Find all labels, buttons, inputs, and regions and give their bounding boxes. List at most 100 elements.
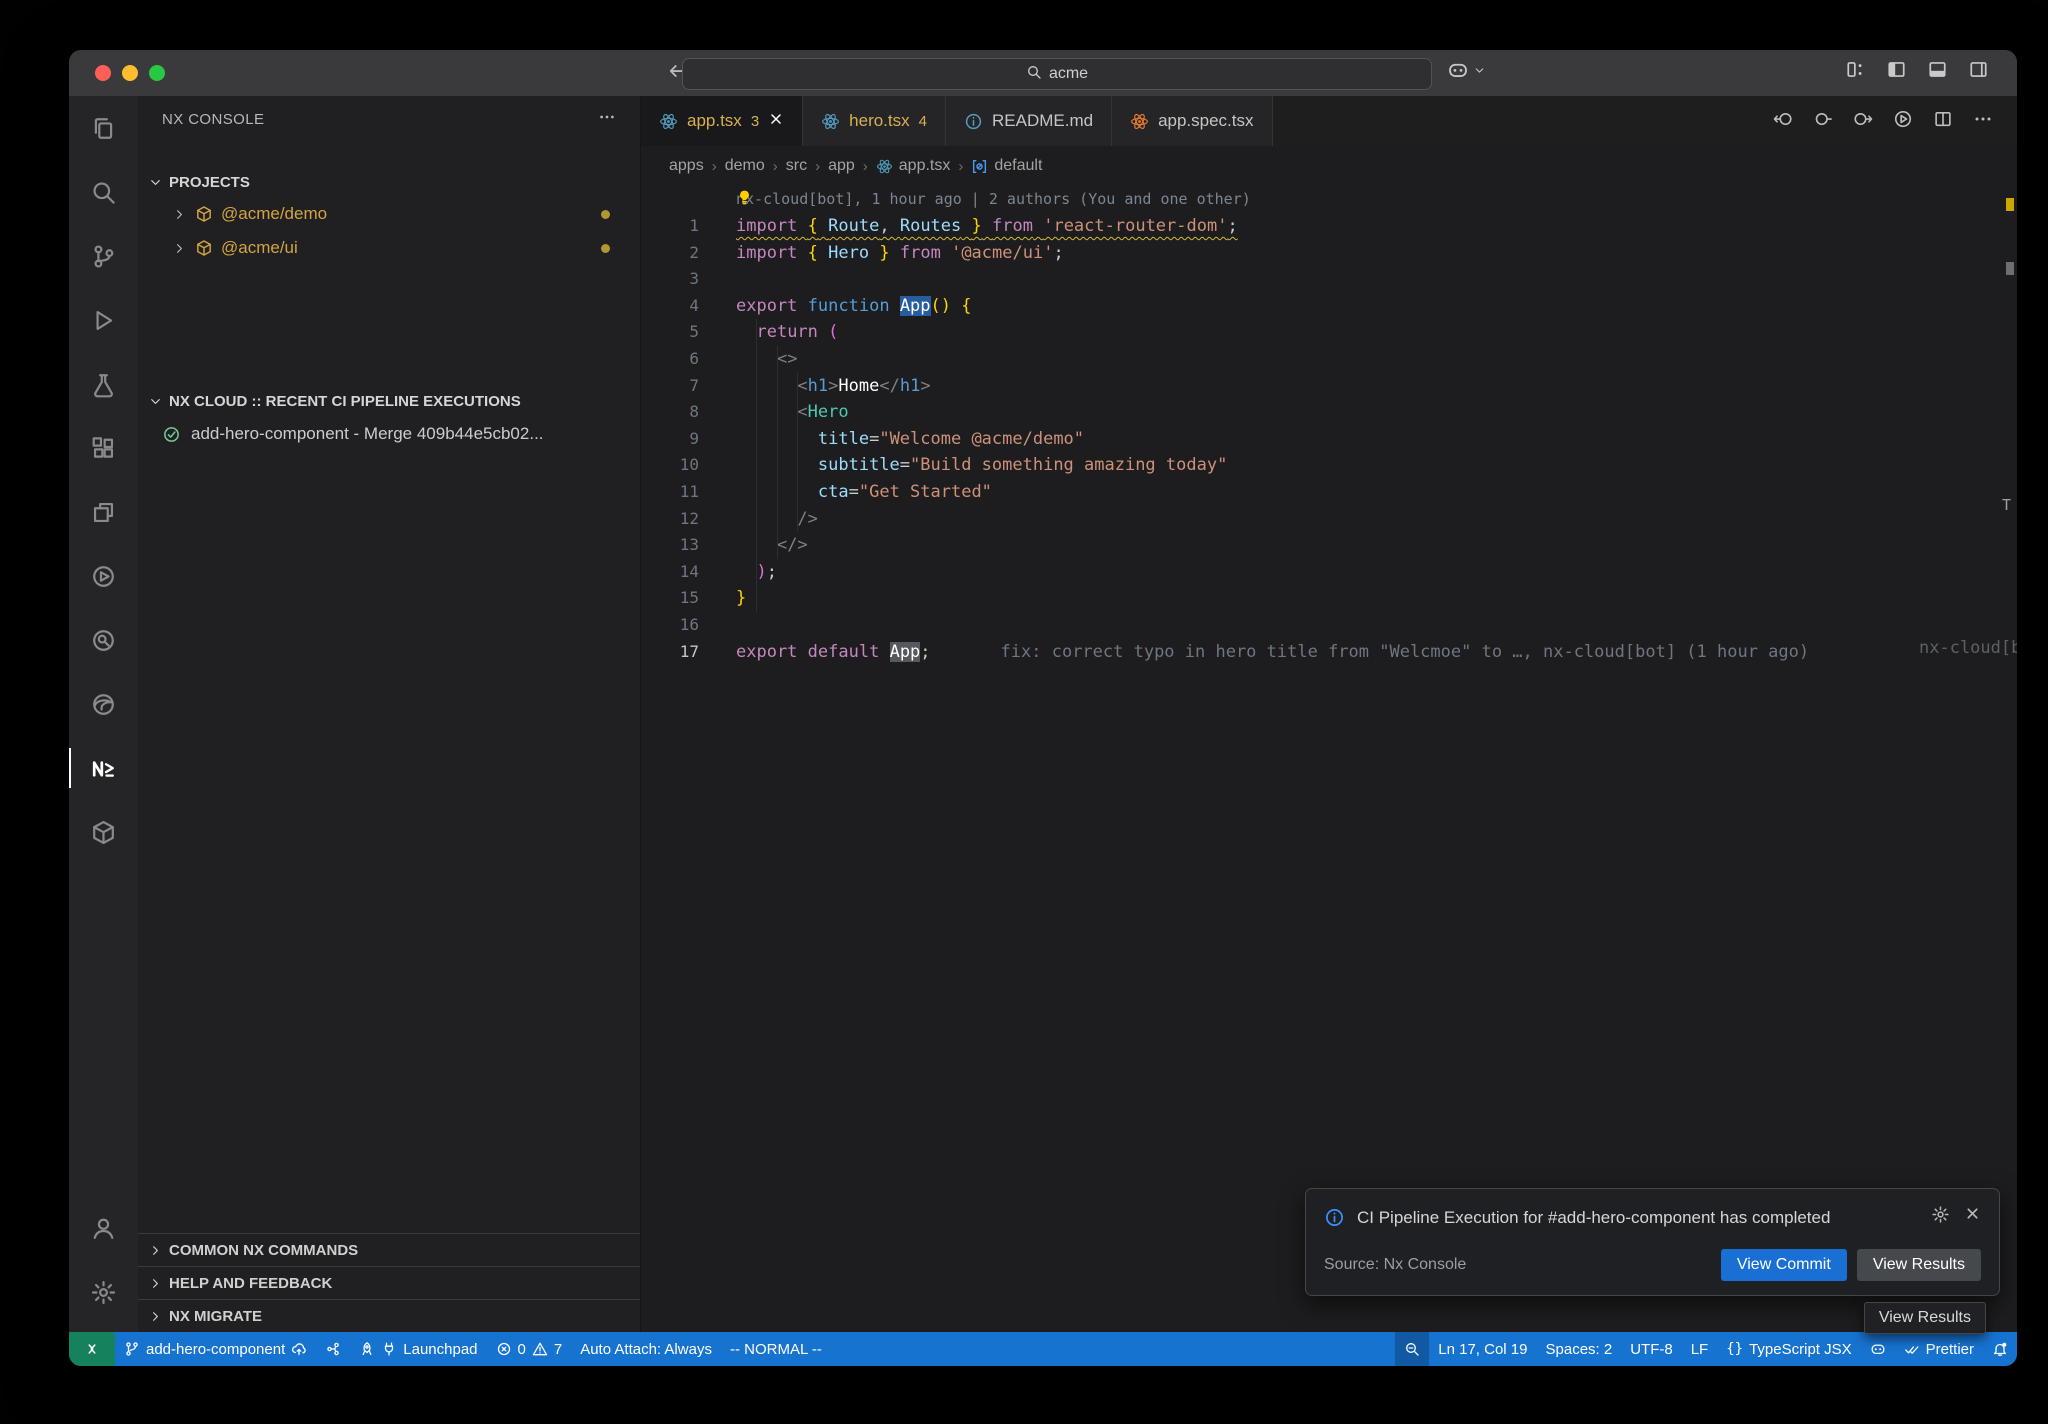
breadcrumb-item-app-tsx[interactable]: app.tsx <box>876 157 951 175</box>
code-line[interactable]: 11 cta="Get Started" <box>641 479 2017 506</box>
toggle-panel-button[interactable] <box>1927 59 1948 85</box>
code-token: { <box>961 296 971 316</box>
customize-layout-button[interactable] <box>1845 59 1866 85</box>
code-line[interactable]: 1import { Route, Routes } from 'react-ro… <box>641 213 2017 240</box>
nav-ref-button[interactable] <box>1813 109 1833 134</box>
code-line[interactable]: 15} <box>641 585 2017 612</box>
sidebar-header: NX CONSOLE <box>138 96 640 142</box>
code-line[interactable]: 8 <Hero <box>641 399 2017 426</box>
close-icon[interactable] <box>768 111 784 127</box>
activity-bar-item-search-preview[interactable] <box>69 608 138 672</box>
status-item-remote-indicator[interactable] <box>69 1332 115 1366</box>
code-line[interactable]: 12 /> <box>641 506 2017 533</box>
project-item[interactable]: @acme/ui <box>138 231 640 265</box>
activity-bar-item-nx-console[interactable] <box>69 736 138 800</box>
collapsed-section-nx-migrate[interactable]: NX MIGRATE <box>138 1299 640 1332</box>
activity-bar-item-testing[interactable] <box>69 352 138 416</box>
projects-section-header[interactable]: PROJECTS <box>138 168 640 197</box>
code-line[interactable]: 9 title="Welcome @acme/demo" <box>641 426 2017 453</box>
activity-bar-item-settings[interactable] <box>69 1260 138 1324</box>
gear-icon[interactable] <box>1931 1205 1950 1233</box>
status-item-label: Ln 17, Col 19 <box>1438 1341 1527 1358</box>
close-window-button[interactable] <box>95 65 111 81</box>
minimize-window-button[interactable] <box>122 65 138 81</box>
status-item-git-branch[interactable]: add-hero-component <box>115 1332 316 1366</box>
tab-app-spec-tsx[interactable]: app.spec.tsx <box>1112 96 1272 146</box>
activity-bar-item-windows[interactable] <box>69 480 138 544</box>
status-item-nx-pipeline[interactable] <box>316 1332 350 1366</box>
code-editor[interactable]: nx-cloud[bot], 1 hour ago | 2 authors (Y… <box>641 186 2017 1332</box>
view-results-button[interactable]: View Results <box>1857 1249 1981 1281</box>
activity-bar-item-nx-cloud-circle[interactable] <box>69 544 138 608</box>
tab-README-md[interactable]: README.md <box>946 96 1112 146</box>
status-item-notifications-bell[interactable] <box>1983 1332 2017 1366</box>
view-commit-button[interactable]: View Commit <box>1721 1249 1847 1281</box>
project-item[interactable]: @acme/demo <box>138 197 640 231</box>
status-item-label: TypeScript JSX <box>1749 1341 1852 1358</box>
breadcrumb-item-src[interactable]: src <box>786 157 807 175</box>
ellipsis-button[interactable] <box>1973 109 1993 134</box>
tab-close-button[interactable] <box>768 111 784 132</box>
status-item-language-mode[interactable]: {}TypeScript JSX <box>1717 1332 1860 1366</box>
status-item-problems[interactable]: 07 <box>487 1332 572 1366</box>
status-item-launchpad[interactable]: Launchpad <box>350 1332 486 1366</box>
nx-cloud-section-header[interactable]: NX CLOUD :: RECENT CI PIPELINE EXECUTION… <box>138 387 640 416</box>
status-item-zoom[interactable] <box>1395 1332 1429 1366</box>
activity-bar-item-source-control[interactable] <box>69 224 138 288</box>
breadcrumb[interactable]: apps›demo›src›app›app.tsx›default <box>641 146 2017 186</box>
code-line[interactable]: 3 <box>641 266 2017 293</box>
toggle-secondary-sidebar-button[interactable] <box>1968 59 1989 85</box>
code-line[interactable]: 10 subtitle="Build something amazing tod… <box>641 452 2017 479</box>
command-center-search[interactable]: acme <box>682 58 1432 90</box>
ellipsis-icon[interactable] <box>598 108 616 126</box>
code-line[interactable]: 17export default App;fix: correct typo i… <box>641 639 2017 666</box>
more-actions-icon[interactable] <box>598 108 616 130</box>
status-item-cursor-position[interactable]: Ln 17, Col 19 <box>1429 1332 1536 1366</box>
status-item-copilot[interactable] <box>1861 1332 1895 1366</box>
activity-bar-item-search[interactable] <box>69 160 138 224</box>
tab-hero-tsx[interactable]: hero.tsx4 <box>803 96 946 146</box>
collapsed-section-help-and-feedback[interactable]: HELP AND FEEDBACK <box>138 1266 640 1299</box>
breadcrumb-item-default[interactable]: default <box>971 157 1042 175</box>
activity-bar-item-run-debug[interactable] <box>69 288 138 352</box>
status-item-eol[interactable]: LF <box>1682 1332 1718 1366</box>
code-line[interactable]: 7 <h1>Home</h1> <box>641 373 2017 400</box>
code-line[interactable]: 5 return ( <box>641 319 2017 346</box>
close-icon[interactable] <box>1964 1205 1981 1233</box>
close-icon[interactable] <box>1964 1205 1981 1222</box>
code-line[interactable]: 14 ); <box>641 559 2017 586</box>
maximize-window-button[interactable] <box>149 65 165 81</box>
status-item-auto-attach[interactable]: Auto Attach: Always <box>571 1332 721 1366</box>
code-line[interactable]: 16 <box>641 612 2017 639</box>
breadcrumb-item-apps[interactable]: apps <box>669 157 704 175</box>
status-item-encoding[interactable]: UTF-8 <box>1621 1332 1682 1366</box>
status-item-indentation[interactable]: Spaces: 2 <box>1537 1332 1622 1366</box>
activity-bar-item-edge-browser[interactable] <box>69 672 138 736</box>
nav-forward-ref-button[interactable] <box>1853 109 1873 134</box>
activity-bar-item-package-explorer[interactable] <box>69 800 138 864</box>
pipeline-execution-item[interactable]: add-hero-component - Merge 409b44e5cb02.… <box>138 416 640 452</box>
code-line[interactable]: 6 <> <box>641 346 2017 373</box>
code-line[interactable]: 13 </> <box>641 532 2017 559</box>
gear-icon[interactable] <box>1931 1205 1950 1224</box>
code-token <box>736 509 797 529</box>
copilot-menu-button[interactable] <box>1447 59 1486 86</box>
toggle-sidebar-button[interactable] <box>1886 59 1907 85</box>
collapsed-section-common-nx-commands[interactable]: COMMON NX COMMANDS <box>138 1233 640 1266</box>
run-circle-button[interactable] <box>1893 109 1913 134</box>
tab-app-tsx[interactable]: app.tsx3 <box>641 96 803 146</box>
code-line[interactable]: 4export function App() { <box>641 293 2017 320</box>
activity-bar-item-extensions[interactable] <box>69 416 138 480</box>
lightbulb-icon[interactable] <box>736 188 753 215</box>
status-item-formatter[interactable]: Prettier <box>1895 1332 1983 1366</box>
breadcrumb-item-demo[interactable]: demo <box>725 157 765 175</box>
split-editor-button[interactable] <box>1933 109 1953 134</box>
activity-bar-item-account[interactable] <box>69 1196 138 1260</box>
nav-back-ref-button[interactable] <box>1773 109 1793 134</box>
status-item-vim-mode[interactable]: -- NORMAL -- <box>721 1332 831 1366</box>
code-line[interactable]: 2import { Hero } from '@acme/ui'; <box>641 240 2017 267</box>
activity-bar-item-explorer[interactable] <box>69 96 138 160</box>
tab-bar: app.tsx3hero.tsx4README.mdapp.spec.tsx <box>641 96 2017 146</box>
code-token: , <box>879 216 899 236</box>
breadcrumb-item-app[interactable]: app <box>828 157 855 175</box>
